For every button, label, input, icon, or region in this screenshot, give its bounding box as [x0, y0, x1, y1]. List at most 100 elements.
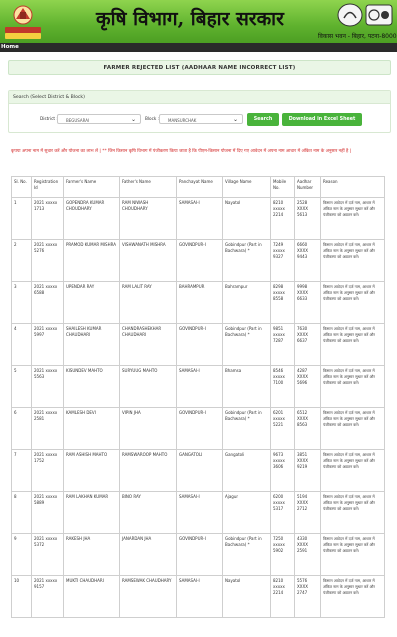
- cell-panchayat: GOVINDPUR-I: [176, 323, 223, 366]
- col-header-mobile: Mobile No.: [270, 176, 295, 198]
- cell-father-name: RAM NIWASH CHOUDHARY: [119, 197, 177, 240]
- cell-village: Gangatoli: [222, 449, 271, 492]
- table-row: 4 2021 xxxxx 5997 SHAILESH KUMAR CHAUDHA…: [11, 323, 385, 366]
- search-panel: Search (Select District & Block) Distric…: [8, 90, 391, 133]
- col-header-farmer-name: Farmer's Name: [63, 176, 120, 198]
- cell-father-name: BINO RAY: [119, 491, 177, 534]
- cell-sl: 7: [11, 449, 32, 492]
- cell-aadhar: 9998 XXXX 6633: [294, 281, 321, 324]
- table-row: 8 2021 xxxxx 5889 RAM LAKHAN KUMAR BINO …: [11, 491, 385, 534]
- cell-reason: किसान आवेदन में दर्ज नाम, आधार में अंकित…: [320, 365, 385, 408]
- search-heading: Search (Select District & Block): [13, 95, 85, 100]
- cell-reason: किसान आवेदन में दर्ज नाम, आधार में अंकित…: [320, 323, 385, 366]
- cell-farmer-name: UPENDAR RAY: [63, 281, 120, 324]
- cell-father-name: RAMSEWAK CHAUDHARY: [119, 575, 177, 618]
- table-row: 5 2021 xxxxx 5563 KISUNDEV MAHTO SURYUUG…: [11, 365, 385, 408]
- cell-village: Bahrampur: [222, 281, 271, 324]
- cell-registration: 2021 xxxxx 5563: [31, 365, 64, 408]
- cell-farmer-name: RAKESH JHA: [63, 533, 120, 576]
- cell-mobile: 6201 xxxxx 5221: [270, 407, 295, 450]
- cell-farmer-name: KISUNDEV MAHTO: [63, 365, 120, 408]
- search-panel-header: Search (Select District & Block): [9, 91, 390, 104]
- cell-village: Gobindpur (Part in Bachwara) *: [222, 323, 271, 366]
- district-select[interactable]: BEGUSARAI ⌄: [57, 114, 141, 124]
- cell-farmer-name: RAM LAKHAN KUMAR: [63, 491, 120, 534]
- table-row: 10 2021 xxxxx 9157 MUKTI CHAUDHARI RAMSE…: [11, 575, 385, 618]
- cell-village: Gobindpur (Part in Bachwara) *: [222, 533, 271, 576]
- cell-village: Bhamsa: [222, 365, 271, 408]
- cell-father-name: RAMSWAROOP MAHTO: [119, 449, 177, 492]
- cell-aadhar: 6512 XXXX 8563: [294, 407, 321, 450]
- cell-registration: 2021 xxxxx 5889: [31, 491, 64, 534]
- cell-aadhar: 2528 XXXX 5613: [294, 197, 321, 240]
- cell-aadhar: 5576 XXXX 2747: [294, 575, 321, 618]
- col-header-father-name: Father's Name: [119, 176, 177, 198]
- cell-panchayat: GOVINDPUR-I: [176, 239, 223, 282]
- cell-registration: 2021 xxxxx 5997: [31, 323, 64, 366]
- chevron-down-icon: ⌄: [232, 116, 238, 123]
- cell-registration: 2021 xxxxx 9157: [31, 575, 64, 618]
- notice-text: कृपया अपना नाम में सुधार करें और योजना क…: [11, 149, 352, 154]
- cell-farmer-name: GOPENDRA KUMAR CHOUDHARY: [63, 197, 120, 240]
- cell-sl: 6: [11, 407, 32, 450]
- cell-farmer-name: PRAMOD KUMAR MISHRA: [63, 239, 120, 282]
- cell-panchayat: BAHRAMPUR: [176, 281, 223, 324]
- table-row: 2 2021 xxxxx 5276 PRAMOD KUMAR MISHRA VI…: [11, 239, 385, 282]
- navbar: Home: [0, 43, 397, 52]
- district-label: District :: [40, 116, 58, 121]
- site-header: कृषि विभाग, बिहार सरकार विकास भवन - बिहा…: [0, 0, 397, 43]
- cell-sl: 1: [11, 197, 32, 240]
- cell-mobile: 9673 xxxxx 3606: [270, 449, 295, 492]
- cell-sl: 9: [11, 533, 32, 576]
- cell-sl: 2: [11, 239, 32, 282]
- block-select[interactable]: MANSURCHAK ⌄: [159, 114, 243, 124]
- cell-reason: किसान आवेदन में दर्ज नाम, आधार में अंकित…: [320, 281, 385, 324]
- cell-father-name: CHANDRASHEKHAR CHAUDHARI: [119, 323, 177, 366]
- table-header-row: Sl. No. Registration Id Farmer's Name Fa…: [11, 176, 385, 198]
- download-excel-button[interactable]: Download in Excel Sheet: [282, 113, 362, 126]
- cell-mobile: 8298 xxxxx 8558: [270, 281, 295, 324]
- page-title: FARMER REJECTED LIST (AADHAAR NAME INCOR…: [103, 65, 296, 71]
- cell-mobile: 7250 xxxxx 5902: [270, 533, 295, 576]
- bihar-govt-logo-icon: [5, 5, 41, 39]
- cell-mobile: 6200 xxxxx 5317: [270, 491, 295, 534]
- cell-village: Ajagur: [222, 491, 271, 534]
- nav-home-link[interactable]: Home: [1, 44, 19, 50]
- chevron-down-icon: ⌄: [130, 116, 136, 123]
- col-header-aadhar: Aadhar Number: [294, 176, 321, 198]
- cell-registration: 2021 xxxxx 1713: [31, 197, 64, 240]
- cell-aadhar: 4287 XXXX 5696: [294, 365, 321, 408]
- cell-mobile: 8546 xxxxx 7100: [270, 365, 295, 408]
- cell-sl: 10: [11, 575, 32, 618]
- cell-farmer-name: MUKTI CHAUDHARI: [63, 575, 120, 618]
- cell-mobile: 7249 xxxxx 9327: [270, 239, 295, 282]
- cell-village: Nayatol: [222, 575, 271, 618]
- cell-registration: 2021 xxxxx 2581: [31, 407, 64, 450]
- cell-reason: किसान आवेदन में दर्ज नाम, आधार में अंकित…: [320, 575, 385, 618]
- cell-reason: किसान आवेदन में दर्ज नाम, आधार में अंकित…: [320, 491, 385, 534]
- cell-sl: 3: [11, 281, 32, 324]
- header-address: विकास भवन - बिहार, पटना-800015: [318, 33, 397, 40]
- cell-farmer-name: SHAILESH KUMAR CHAUDHARI: [63, 323, 120, 366]
- cell-panchayat: GOVINDPUR-I: [176, 533, 223, 576]
- cell-reason: किसान आवेदन में दर्ज नाम, आधार में अंकित…: [320, 239, 385, 282]
- cell-village: Nayatol: [222, 197, 271, 240]
- cell-reason: किसान आवेदन में दर्ज नाम, आधार में अंकित…: [320, 407, 385, 450]
- cell-aadhar: 6660 XXXX 9443: [294, 239, 321, 282]
- search-button[interactable]: Search: [247, 113, 279, 126]
- cell-father-name: SURYUUG MAHTO: [119, 365, 177, 408]
- cell-panchayat: SAMASAI-I: [176, 365, 223, 408]
- table-row: 1 2021 xxxxx 1713 GOPENDRA KUMAR CHOUDHA…: [11, 197, 385, 240]
- cell-panchayat: GOVINDPUR-I: [176, 407, 223, 450]
- col-header-panchayat: Panchayat Name: [176, 176, 223, 198]
- cell-registration: 2021 xxxxx 5372: [31, 533, 64, 576]
- table-row: 3 2021 xxxxx 6588 UPENDAR RAY RAM LALIT …: [11, 281, 385, 324]
- cell-village: Gobindpur (Part in Bachwara) *: [222, 407, 271, 450]
- cell-registration: 2021 xxxxx 6588: [31, 281, 64, 324]
- cell-panchayat: SAMASAI-I: [176, 197, 223, 240]
- cell-farmer-name: RAM ASHISH MAHTO: [63, 449, 120, 492]
- cell-panchayat: SAMASAI-I: [176, 575, 223, 618]
- cell-farmer-name: KAMLESH DEVI: [63, 407, 120, 450]
- cell-mobile: 8210 xxxxx 2214: [270, 197, 295, 240]
- cell-sl: 8: [11, 491, 32, 534]
